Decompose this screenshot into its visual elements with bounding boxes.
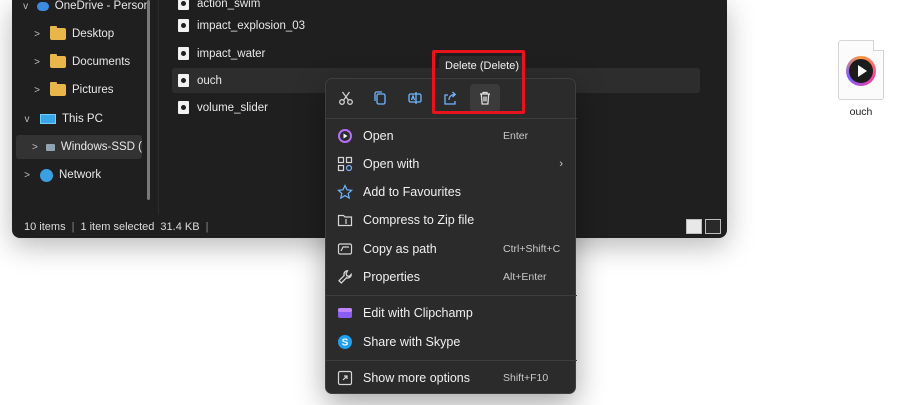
chevron-right-icon[interactable]: > (32, 29, 42, 40)
menu-item-label: Properties (363, 270, 420, 284)
nav-item-onedrive[interactable]: v OneDrive - Person (12, 0, 150, 18)
menu-item-label: Open with (363, 157, 420, 171)
cloud-icon (37, 1, 49, 11)
rename-button[interactable] (400, 84, 430, 112)
audio-file-icon (178, 101, 189, 114)
nav-item-label: Windows-SSD ( (60, 141, 142, 153)
menu-shortcut: Enter (503, 130, 529, 142)
chevron-right-icon: › (559, 158, 563, 170)
nav-scrollbar[interactable] (147, 0, 150, 200)
menu-item-properties[interactable]: Properties Alt+Enter (326, 263, 577, 291)
audio-file-icon (178, 0, 189, 10)
cut-icon (339, 91, 353, 105)
nav-item-pictures[interactable]: > Pictures (12, 78, 150, 102)
copy-button[interactable] (365, 84, 395, 112)
desktop-file-icon[interactable]: ouch (836, 40, 886, 118)
chevron-right-icon[interactable]: > (22, 170, 32, 181)
chevron-down-icon[interactable]: v (22, 1, 29, 12)
nav-item-label: Desktop (72, 28, 115, 40)
chevron-right-icon[interactable]: > (32, 85, 42, 96)
menu-separator (326, 295, 577, 296)
menu-item-copy-as-path[interactable]: Copy as path Ctrl+Shift+C (326, 235, 577, 263)
menu-shortcut: Shift+F10 (503, 372, 549, 384)
nav-item-desktop[interactable]: > Desktop (12, 22, 150, 46)
menu-separator (326, 360, 577, 361)
menu-item-label: Compress to Zip file (363, 213, 475, 227)
menu-item-edit-clipchamp[interactable]: Edit with Clipchamp (326, 299, 577, 327)
media-file-icon (838, 40, 884, 100)
open-with-icon (337, 156, 353, 172)
chevron-down-icon[interactable]: v (22, 114, 32, 125)
zip-folder-icon (337, 212, 353, 228)
details-view-icon[interactable] (686, 219, 702, 234)
file-name: impact_water (197, 47, 266, 60)
copy-path-icon (337, 241, 353, 257)
menu-item-label: Copy as path (363, 242, 437, 256)
network-icon (40, 168, 53, 182)
nav-item-label: OneDrive - Person (54, 0, 150, 12)
highlight-box (432, 50, 525, 114)
folder-icon (50, 26, 66, 40)
menu-item-label: Show more options (363, 371, 471, 385)
nav-item-documents[interactable]: > Documents (12, 50, 150, 74)
tiles-view-icon[interactable] (705, 219, 721, 234)
status-separator: | (71, 220, 75, 233)
menu-item-show-more-options[interactable]: Show more options Shift+F10 (326, 364, 577, 392)
menu-item-label: Add to Favourites (363, 185, 461, 199)
audio-file-icon (178, 74, 189, 87)
menu-item-label: Edit with Clipchamp (363, 306, 473, 320)
status-item-count: 10 items (24, 220, 66, 233)
file-name: volume_slider (197, 101, 268, 114)
nav-item-network[interactable]: > Network (12, 163, 150, 187)
menu-shortcut: Ctrl+Shift+C (503, 243, 561, 255)
pane-divider[interactable] (158, 0, 159, 215)
more-options-icon (337, 370, 353, 386)
menu-item-open-with[interactable]: Open with › (326, 150, 577, 178)
play-icon (846, 56, 876, 86)
nav-item-label: Network (59, 169, 102, 181)
status-selection: 1 item selected (80, 220, 155, 233)
file-name: ouch (197, 74, 222, 87)
desktop-file-label: ouch (849, 106, 873, 118)
list-item[interactable]: impact_explosion_03 (172, 13, 700, 38)
chevron-right-icon[interactable]: > (32, 142, 38, 153)
view-toggle (686, 219, 721, 234)
menu-item-share-skype[interactable]: S Share with Skype (326, 328, 577, 356)
status-size: 31.4 KB (160, 220, 200, 233)
menu-item-label: Share with Skype (363, 335, 461, 349)
file-name: action_swim (197, 0, 261, 10)
nav-item-this-pc[interactable]: v This PC (12, 107, 150, 131)
wrench-icon (337, 269, 353, 285)
folder-icon (50, 82, 66, 96)
menu-item-add-to-favourites[interactable]: Add to Favourites (326, 178, 577, 206)
cut-button[interactable] (331, 84, 361, 112)
clipchamp-icon (337, 305, 353, 321)
drive-icon (45, 143, 55, 151)
pc-icon (40, 114, 56, 124)
context-menu: Open Enter Open with › Add to Favourites… (325, 78, 577, 394)
audio-file-icon (178, 19, 189, 32)
menu-item-label: Open (363, 129, 394, 143)
file-name: impact_explosion_03 (197, 19, 306, 32)
nav-item-label: This PC (62, 113, 103, 125)
nav-item-label: Pictures (72, 84, 114, 96)
nav-item-label: Documents (72, 56, 131, 68)
rename-icon (408, 92, 422, 104)
copy-icon (374, 91, 386, 105)
open-media-icon (337, 128, 353, 144)
menu-item-compress-zip[interactable]: Compress to Zip file (326, 206, 577, 234)
navigation-pane: v OneDrive - Person > Desktop > Document… (12, 0, 152, 215)
folder-icon (50, 54, 66, 68)
menu-shortcut: Alt+Enter (503, 271, 547, 283)
nav-item-windows-ssd[interactable]: > Windows-SSD ( (16, 135, 142, 159)
menu-separator (326, 118, 577, 119)
svg-text:S: S (342, 338, 349, 349)
star-icon (337, 184, 353, 200)
audio-file-icon (178, 47, 189, 60)
status-separator: | (205, 220, 209, 233)
skype-icon: S (337, 334, 353, 350)
menu-item-open[interactable]: Open Enter (326, 122, 577, 150)
chevron-right-icon[interactable]: > (32, 57, 42, 68)
